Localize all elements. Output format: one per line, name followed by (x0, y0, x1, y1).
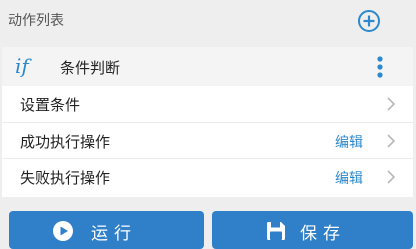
save-button[interactable]: 保存 (212, 211, 413, 249)
svg-text:if: if (15, 54, 32, 78)
page-title: 动作列表 (8, 13, 64, 29)
more-vertical-icon[interactable] (371, 54, 389, 80)
if-icon: if (15, 54, 32, 78)
save-label: 保存 (300, 224, 346, 244)
floppy-disk-icon (267, 222, 285, 240)
play-circle-icon (53, 221, 73, 241)
set-condition-row[interactable]: 设置条件 (2, 86, 413, 122)
chevron-right-icon (387, 170, 396, 184)
success-action-row[interactable]: 成功执行操作 编辑 (2, 122, 413, 159)
failure-action-row[interactable]: 失败执行操作 编辑 (2, 158, 413, 195)
action-title: 条件判断 (60, 59, 121, 77)
row-label: 成功执行操作 (20, 133, 111, 151)
chevron-right-icon (387, 97, 396, 111)
edit-success-link[interactable]: 编辑 (335, 132, 363, 152)
edit-failure-link[interactable]: 编辑 (335, 168, 363, 188)
action-card: if 条件判断 设置条件 成功执行操作 编辑 失败执行操作 编辑 (2, 47, 413, 197)
row-label: 失败执行操作 (20, 169, 111, 187)
run-label: 运行 (91, 224, 137, 244)
header: 动作列表 (0, 0, 416, 44)
run-button[interactable]: 运行 (9, 211, 204, 249)
chevron-right-icon (387, 134, 396, 148)
row-label: 设置条件 (20, 96, 81, 114)
action-card-header: if 条件判断 (2, 47, 413, 86)
plus-circle-icon[interactable] (357, 9, 381, 33)
